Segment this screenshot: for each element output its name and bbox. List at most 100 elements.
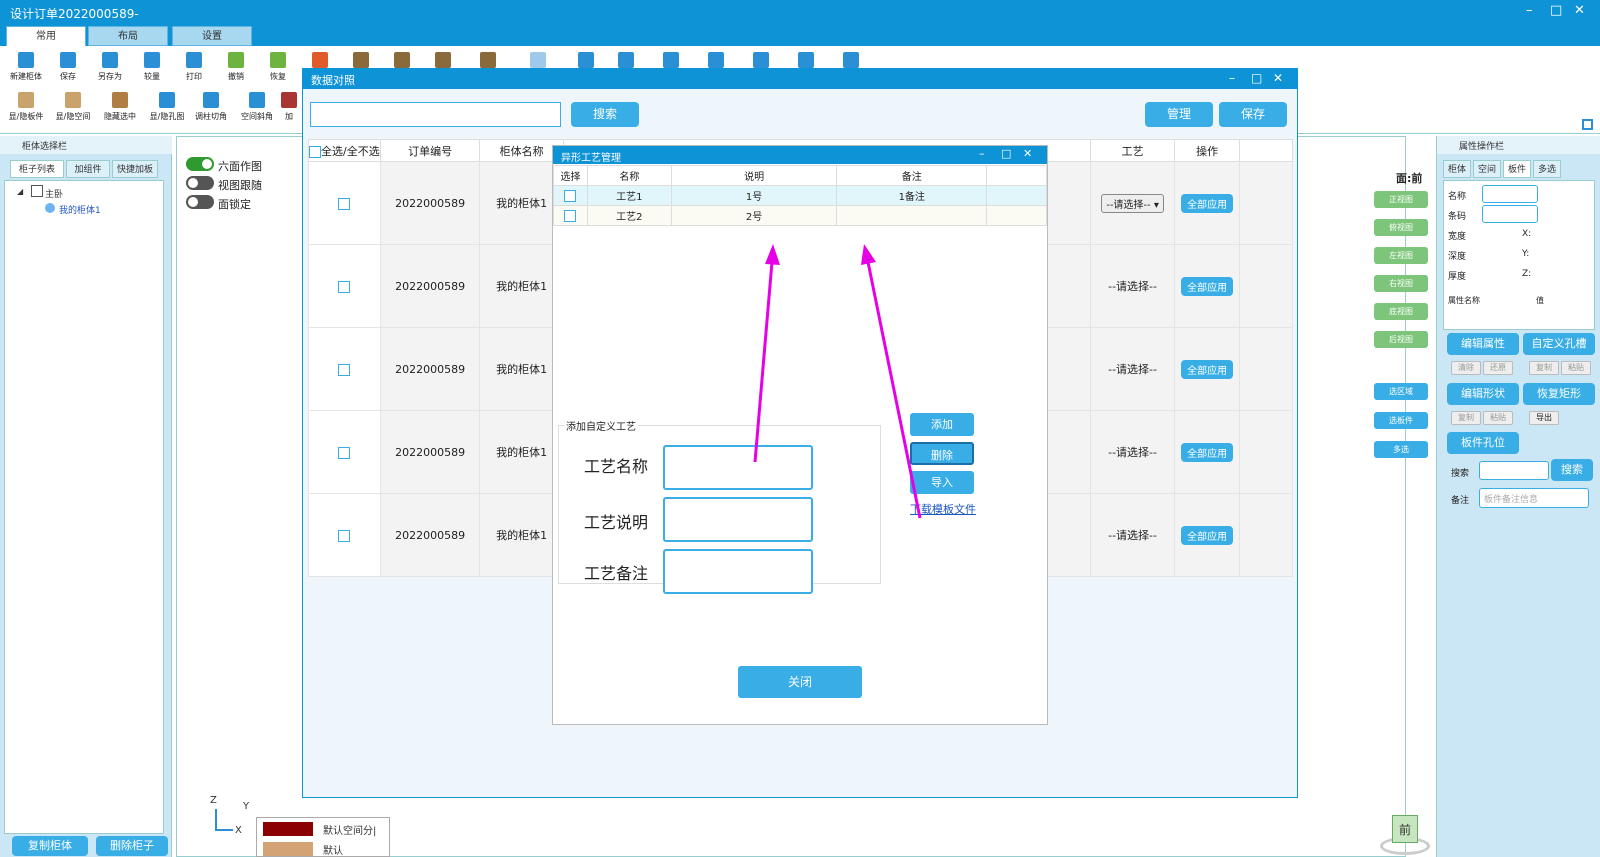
select-all-checkbox[interactable]	[309, 145, 321, 158]
face-lock-toggle[interactable]	[186, 195, 214, 209]
row-checkbox[interactable]	[338, 197, 351, 210]
delete-craft-button[interactable]: 删除	[910, 442, 974, 465]
maximize-icon[interactable]: □	[1550, 3, 1562, 18]
craft-cell[interactable]: --请选择--	[1090, 410, 1175, 494]
craft-row[interactable]: 工艺2 2号	[553, 205, 1047, 226]
add-craft-button[interactable]: 添加	[910, 413, 974, 436]
craft-desc-input[interactable]	[663, 497, 813, 542]
row-checkbox[interactable]	[338, 446, 351, 459]
barcode-input[interactable]	[1482, 205, 1538, 223]
restore-button[interactable]: 还原	[1483, 361, 1513, 375]
craft-close-icon[interactable]: ✕	[1023, 147, 1032, 160]
store-icon[interactable]	[843, 52, 859, 68]
clear-button[interactable]: 清除	[1451, 361, 1481, 375]
save-as-button[interactable]: 另存为	[89, 52, 131, 82]
paste-button[interactable]: 粘贴	[1561, 361, 1591, 375]
tab-cabinet[interactable]: 柜体	[1443, 160, 1471, 178]
apply-all-button[interactable]: 全部应用	[1181, 525, 1234, 545]
craft-dropdown[interactable]: --请选择-- ▾	[1101, 193, 1164, 213]
view-follow-toggle[interactable]	[186, 176, 214, 190]
tab-quick-add-board[interactable]: 快捷加板	[112, 160, 158, 178]
order-search-button[interactable]: 搜索	[571, 102, 639, 127]
multi-select-button[interactable]: 多选	[1374, 441, 1428, 458]
tab-layout[interactable]: 布局	[88, 26, 168, 46]
top-view-button[interactable]: 俯视图	[1374, 219, 1428, 236]
new-cabinet-button[interactable]: 新建柜体	[5, 52, 47, 82]
grid-icon[interactable]	[480, 52, 496, 68]
edit-attr-button[interactable]: 编辑属性	[1447, 333, 1519, 355]
toggle-space-button[interactable]: 显/隐空间	[52, 92, 94, 122]
edit-shape-button[interactable]: 编辑形状	[1447, 383, 1519, 405]
board-note-input[interactable]: 板件备注信息	[1479, 488, 1589, 508]
copy-cabinet-button[interactable]: 复制柜体	[12, 836, 88, 856]
copy-button[interactable]: 复制	[1529, 361, 1559, 375]
custom-hole-button[interactable]: 自定义孔槽	[1523, 333, 1595, 355]
space-bevel-button[interactable]: 空间斜角	[236, 92, 278, 122]
apply-all-button[interactable]: 全部应用	[1181, 193, 1234, 213]
panel-icon[interactable]	[394, 52, 410, 68]
select-board-button[interactable]: 选板件	[1374, 412, 1428, 429]
row-checkbox[interactable]	[338, 529, 351, 542]
manage-button[interactable]: 管理	[1145, 102, 1213, 127]
copy-icon[interactable]	[663, 52, 679, 68]
close-icon[interactable]: ✕	[1574, 3, 1585, 18]
copy-shape-button[interactable]: 复制	[1451, 411, 1481, 425]
tab-multi[interactable]: 多选	[1533, 160, 1561, 178]
redo-button[interactable]: 恢复	[257, 52, 299, 82]
craft-cell[interactable]: --请选择--	[1090, 327, 1175, 411]
bottom-view-button[interactable]: 底视图	[1374, 303, 1428, 320]
tab-cabinet-list[interactable]: 柜子列表	[10, 160, 64, 178]
cabinet-icon[interactable]	[753, 52, 769, 68]
import-craft-button[interactable]: 导入	[910, 471, 974, 494]
tree-child[interactable]: 我的柜体1	[59, 203, 101, 216]
delete-cabinet-button[interactable]: 删除柜子	[96, 836, 168, 856]
left-view-button[interactable]: 左视图	[1374, 247, 1428, 264]
box-icon[interactable]	[798, 52, 814, 68]
tab-add-component[interactable]: 加组件	[66, 160, 110, 178]
apply-all-button[interactable]: 全部应用	[1181, 359, 1234, 379]
dialog-close-icon[interactable]: ✕	[1273, 71, 1283, 85]
tree-root[interactable]: 主卧	[45, 187, 63, 200]
tab-space[interactable]: 空间	[1473, 160, 1501, 178]
export-button[interactable]: 导出	[1529, 411, 1559, 425]
row-checkbox[interactable]	[338, 363, 351, 376]
row-checkbox[interactable]	[338, 280, 351, 293]
craft-cell[interactable]: --请选择--	[1090, 244, 1175, 328]
tab-settings[interactable]: 设置	[172, 26, 252, 46]
apply-all-button[interactable]: 全部应用	[1181, 442, 1234, 462]
layout-grid-icon[interactable]	[1582, 119, 1593, 130]
column-corner-button[interactable]: 调柱切角	[190, 92, 232, 122]
rotate-icon[interactable]	[530, 52, 546, 68]
frame-icon[interactable]	[435, 52, 451, 68]
tab-board[interactable]: 板件	[1503, 160, 1531, 178]
add-button[interactable]: 加	[278, 92, 300, 122]
save-data-button[interactable]: 保存	[1219, 102, 1287, 127]
toggle-board-button[interactable]: 显/隐板件	[5, 92, 47, 122]
craft-cell[interactable]: --请选择--	[1090, 493, 1175, 577]
board-search-input[interactable]	[1479, 461, 1549, 480]
download-template-link[interactable]: 下载模板文件	[910, 501, 976, 517]
paste-shape-button[interactable]: 粘贴	[1483, 411, 1513, 425]
print-button[interactable]: 打印	[173, 52, 215, 82]
board-hole-button[interactable]: 板件孔位	[1447, 432, 1519, 454]
board-search-button[interactable]: 搜索	[1551, 459, 1593, 481]
compare-button[interactable]: 较量	[131, 52, 173, 82]
craft-checkbox[interactable]	[564, 189, 577, 202]
hide-selected-button[interactable]: 隐藏选中	[99, 92, 141, 122]
tree-expand-icon[interactable]: ◢	[17, 187, 23, 196]
craft-maximize-icon[interactable]: □	[1001, 147, 1011, 160]
save-button[interactable]: 保存	[47, 52, 89, 82]
close-dialog-button[interactable]: 关闭	[738, 666, 862, 698]
delete-icon[interactable]	[312, 52, 328, 68]
board-icon[interactable]	[353, 52, 369, 68]
right-view-button[interactable]: 右视图	[1374, 275, 1428, 292]
craft-name-input[interactable]	[663, 445, 813, 490]
back-view-button[interactable]: 后视图	[1374, 331, 1428, 348]
craft-row[interactable]: 工艺1 1号 1备注	[553, 185, 1047, 206]
tab-common[interactable]: 常用	[6, 26, 86, 46]
select-all-header[interactable]: 全选/全不选	[308, 139, 381, 162]
view-cube[interactable]: 前	[1380, 815, 1430, 855]
dialog-minimize-icon[interactable]: –	[1229, 71, 1235, 85]
six-face-toggle[interactable]	[186, 157, 214, 171]
door-icon[interactable]	[578, 52, 594, 68]
